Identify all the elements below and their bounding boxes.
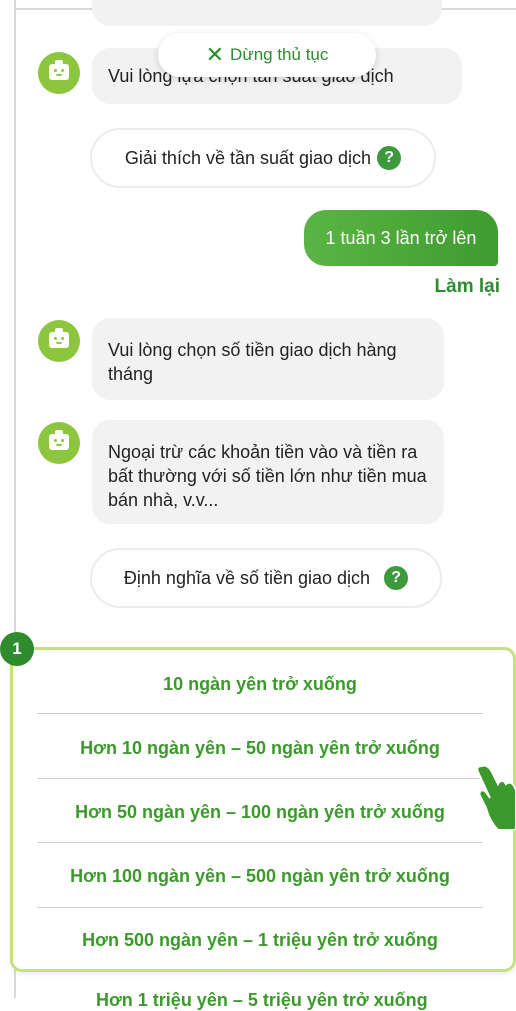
- step-badge: 1: [0, 632, 34, 666]
- option-item[interactable]: Hơn 10 ngàn yên – 50 ngàn yên trở xuống: [37, 716, 483, 780]
- bot-message-text: Ngoại trừ các khoản tiền vào và tiền ra …: [108, 442, 427, 510]
- previous-message-bubble: [92, 0, 442, 26]
- frequency-help-label: Giải thích về tần suất giao dịch: [124, 147, 372, 168]
- option-item[interactable]: 10 ngàn yên trở xuống: [37, 652, 483, 716]
- question-icon: ?: [377, 146, 402, 170]
- bot-avatar-icon: [38, 422, 80, 464]
- user-reply-text: 1 tuần 3 lần trở lên: [325, 227, 477, 248]
- question-icon: ?: [384, 566, 409, 590]
- bot-message-text: Vui lòng chọn số tiền giao dịch hàng thá…: [108, 340, 397, 384]
- option-item[interactable]: Hơn 100 ngàn yên – 500 ngàn yên trở xuốn…: [37, 844, 483, 908]
- bot-message: Vui lòng chọn số tiền giao dịch hàng thá…: [92, 318, 444, 400]
- redo-link[interactable]: Làm lại: [435, 276, 500, 298]
- bot-message: Ngoại trừ các khoản tiền vào và tiền ra …: [92, 420, 444, 524]
- bot-avatar-icon: [38, 52, 80, 94]
- option-item-cutoff[interactable]: Hơn 1 triệu yên – 5 triệu yên trở xuống: [96, 990, 428, 1011]
- option-item[interactable]: Hơn 500 ngàn yên – 1 triệu yên trở xuống: [37, 908, 483, 972]
- amount-help-label: Định nghĩa về số tiền giao dịch: [123, 567, 371, 588]
- pointing-hand-icon: [476, 764, 516, 830]
- frequency-help-button[interactable]: Giải thích về tần suất giao dịch ?: [90, 128, 436, 188]
- stop-procedure-label: Dừng thủ tục: [230, 45, 329, 64]
- stop-procedure-button[interactable]: ✕ Dừng thủ tục: [158, 33, 376, 77]
- amount-options-panel: 10 ngàn yên trở xuống Hơn 10 ngàn yên – …: [10, 647, 516, 972]
- divider: [37, 778, 483, 779]
- amount-help-button[interactable]: Định nghĩa về số tiền giao dịch ?: [90, 548, 442, 608]
- user-reply-bubble: 1 tuần 3 lần trở lên: [304, 210, 498, 266]
- bot-avatar-icon: [38, 320, 80, 362]
- divider: [37, 713, 483, 714]
- option-item[interactable]: Hơn 50 ngàn yên – 100 ngàn yên trở xuống: [37, 780, 483, 844]
- divider: [37, 842, 483, 843]
- close-icon: ✕: [205, 42, 225, 67]
